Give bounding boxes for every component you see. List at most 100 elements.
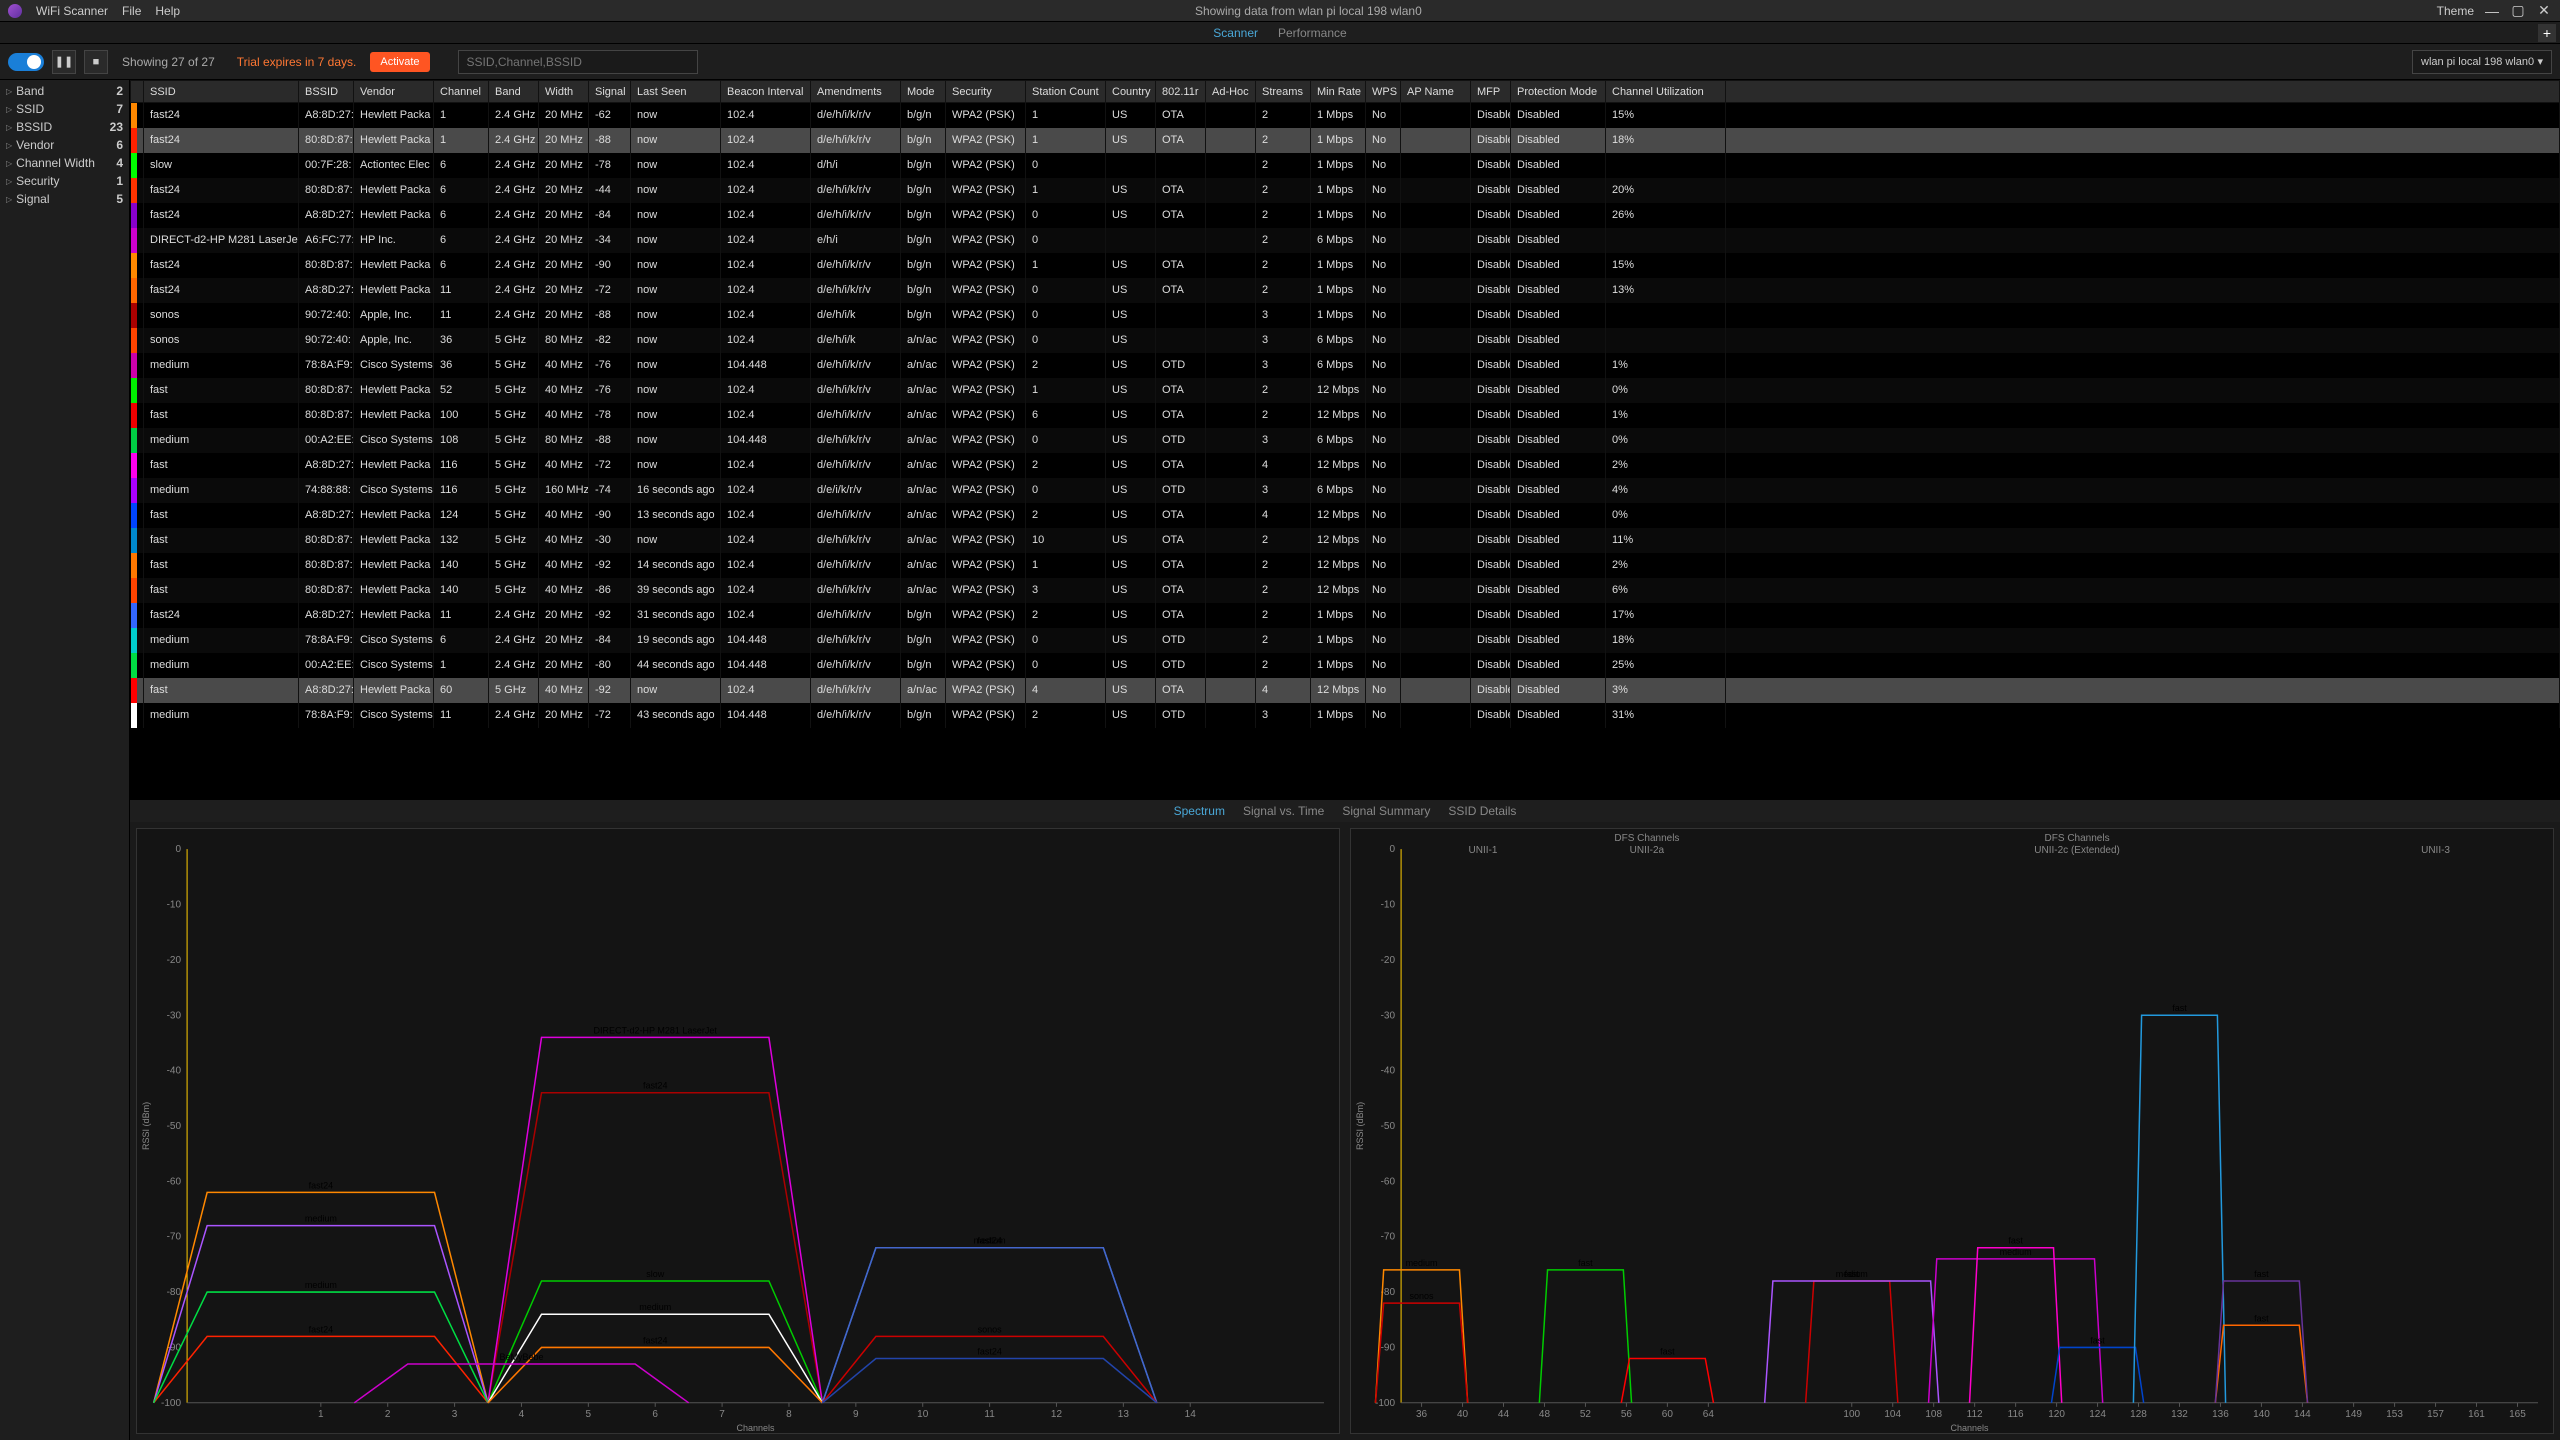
cell: 102.4	[721, 528, 811, 553]
bottom-tab-signal-vs-time[interactable]: Signal vs. Time	[1243, 804, 1324, 818]
filter-band[interactable]: ▷Band2	[0, 82, 129, 100]
cell: Disabled	[1511, 353, 1606, 378]
col-header[interactable]: Last Seen	[631, 81, 721, 103]
table-row[interactable]: fast80:8D:87:Hewlett Packa1405 GHz40 MHz…	[131, 578, 2560, 603]
table-row[interactable]: fast80:8D:87:Hewlett Packa1405 GHz40 MHz…	[131, 553, 2560, 578]
table-row[interactable]: medium00:A2:EE:Cisco Systems,1085 GHz80 …	[131, 428, 2560, 453]
table-row[interactable]: sonos90:72:40:Apple, Inc.112.4 GHz20 MHz…	[131, 303, 2560, 328]
maximize-icon[interactable]: ▢	[2510, 3, 2526, 19]
minimize-icon[interactable]: —	[2484, 3, 2500, 19]
col-header[interactable]: Width	[539, 81, 589, 103]
menu-help[interactable]: Help	[155, 4, 180, 18]
filter-bssid[interactable]: ▷BSSID23	[0, 118, 129, 136]
col-header[interactable]: Channel	[434, 81, 489, 103]
cell: d/e/h/i/k/r/v	[811, 628, 901, 653]
col-header[interactable]: Channel Utilization	[1606, 81, 1726, 103]
bottom-tab-signal-summary[interactable]: Signal Summary	[1342, 804, 1430, 818]
table-row[interactable]: medium78:8A:F9:Cisco Systems,112.4 GHz20…	[131, 703, 2560, 728]
scan-toggle[interactable]	[8, 53, 44, 71]
stop-button[interactable]: ■	[84, 50, 108, 74]
bottom-tab-ssid-details[interactable]: SSID Details	[1448, 804, 1516, 818]
svg-text:medium: medium	[639, 1302, 671, 1312]
menu-file[interactable]: File	[122, 4, 141, 18]
cell: 40 MHz	[539, 528, 589, 553]
cell: WPA2 (PSK)	[946, 178, 1026, 203]
table-row[interactable]: fast80:8D:87:Hewlett Packa1005 GHz40 MHz…	[131, 403, 2560, 428]
svg-text:36: 36	[1416, 1409, 1428, 1420]
tab-performance[interactable]: Performance	[1278, 26, 1347, 40]
table-row[interactable]: fast24A8:8D:27:Hewlett Packa12.4 GHz20 M…	[131, 103, 2560, 128]
col-header[interactable]: Vendor	[354, 81, 434, 103]
cell: US	[1106, 578, 1156, 603]
add-tab-button[interactable]: +	[2538, 24, 2556, 42]
svg-text:-30: -30	[1381, 1010, 1396, 1021]
activate-button[interactable]: Activate	[370, 52, 429, 72]
filter-channel-width[interactable]: ▷Channel Width4	[0, 154, 129, 172]
table-row[interactable]: fast80:8D:87:Hewlett Packa525 GHz40 MHz-…	[131, 378, 2560, 403]
cell: 2	[1256, 253, 1311, 278]
col-header[interactable]: Mode	[901, 81, 946, 103]
col-header[interactable]: BSSID	[299, 81, 354, 103]
cell: -92	[589, 678, 631, 703]
col-header[interactable]: Signal	[589, 81, 631, 103]
cell: 0	[1026, 478, 1106, 503]
col-header[interactable]: WPS	[1366, 81, 1401, 103]
theme-menu[interactable]: Theme	[2437, 4, 2474, 18]
filter-security[interactable]: ▷Security1	[0, 172, 129, 190]
close-icon[interactable]: ✕	[2536, 3, 2552, 19]
table-row[interactable]: medium78:8A:F9:Cisco Systems,62.4 GHz20 …	[131, 628, 2560, 653]
table-row[interactable]: medium78:8A:F9:Cisco Systems,365 GHz40 M…	[131, 353, 2560, 378]
cell: 2.4 GHz	[489, 653, 539, 678]
search-input[interactable]	[458, 50, 698, 74]
cell: 40 MHz	[539, 553, 589, 578]
table-row[interactable]: fast24A8:8D:27:Hewlett Packa112.4 GHz20 …	[131, 278, 2560, 303]
tab-scanner[interactable]: Scanner	[1213, 26, 1258, 40]
col-header[interactable]: AP Name	[1401, 81, 1471, 103]
cell: 2	[1256, 228, 1311, 253]
cell: medium	[144, 653, 299, 678]
filter-vendor[interactable]: ▷Vendor6	[0, 136, 129, 154]
pause-button[interactable]: ❚❚	[52, 50, 76, 74]
table-row[interactable]: fast24A8:8D:27:Hewlett Packa112.4 GHz20 …	[131, 603, 2560, 628]
table-row[interactable]: fastA8:8D:27:Hewlett Packa1165 GHz40 MHz…	[131, 453, 2560, 478]
network-table[interactable]: SSIDBSSIDVendorChannelBandWidthSignalLas…	[130, 80, 2560, 799]
col-header[interactable]: MFP	[1471, 81, 1511, 103]
bottom-tabs: Spectrum Signal vs. Time Signal Summary SSI…	[130, 799, 2560, 822]
table-row[interactable]: fastA8:8D:27:Hewlett Packa1245 GHz40 MHz…	[131, 503, 2560, 528]
bottom-tab-spectrum[interactable]: Spectrum	[1174, 804, 1225, 818]
col-header[interactable]: Band	[489, 81, 539, 103]
col-header[interactable]: Amendments	[811, 81, 901, 103]
svg-text:-100: -100	[161, 1398, 181, 1409]
col-header[interactable]: Protection Mode	[1511, 81, 1606, 103]
col-header[interactable]: Ad-Hoc	[1206, 81, 1256, 103]
cell: No	[1366, 653, 1401, 678]
col-header[interactable]: Station Count	[1026, 81, 1106, 103]
table-row[interactable]: fast2480:8D:87:Hewlett Packa62.4 GHz20 M…	[131, 178, 2560, 203]
cell: fast24	[144, 128, 299, 153]
table-row[interactable]: fast2480:8D:87:Hewlett Packa12.4 GHz20 M…	[131, 128, 2560, 153]
col-header[interactable]: Streams	[1256, 81, 1311, 103]
col-header[interactable]: Country	[1106, 81, 1156, 103]
svg-text:fast: fast	[2254, 1269, 2269, 1279]
table-row[interactable]: medium00:A2:EE:Cisco Systems,12.4 GHz20 …	[131, 653, 2560, 678]
col-header[interactable]: Beacon Interval	[721, 81, 811, 103]
table-row[interactable]: medium74:88:88:Cisco Systems,1165 GHz160…	[131, 478, 2560, 503]
col-header[interactable]: 802.11r	[1156, 81, 1206, 103]
col-header[interactable]: Min Rate	[1311, 81, 1366, 103]
col-header[interactable]: Security	[946, 81, 1026, 103]
table-row[interactable]: sonos90:72:40:Apple, Inc.365 GHz80 MHz-8…	[131, 328, 2560, 353]
interface-select[interactable]: wlan pi local 198 wlan0 ▾	[2412, 50, 2552, 74]
table-row[interactable]: slow00:7F:28:Actiontec Elec62.4 GHz20 MH…	[131, 153, 2560, 178]
cell: 20 MHz	[539, 303, 589, 328]
svg-text:124: 124	[2089, 1409, 2106, 1420]
filter-ssid[interactable]: ▷SSID7	[0, 100, 129, 118]
table-row[interactable]: DIRECT-d2-HP M281 LaserJetA6:FC:77:HP In…	[131, 228, 2560, 253]
cell: 6	[434, 178, 489, 203]
table-row[interactable]: fast2480:8D:87:Hewlett Packa62.4 GHz20 M…	[131, 253, 2560, 278]
cell: medium	[144, 628, 299, 653]
col-header[interactable]: SSID	[144, 81, 299, 103]
table-row[interactable]: fast24A8:8D:27:Hewlett Packa62.4 GHz20 M…	[131, 203, 2560, 228]
table-row[interactable]: fast80:8D:87:Hewlett Packa1325 GHz40 MHz…	[131, 528, 2560, 553]
table-row[interactable]: fastA8:8D:27:Hewlett Packa605 GHz40 MHz-…	[131, 678, 2560, 703]
filter-signal[interactable]: ▷Signal5	[0, 190, 129, 208]
